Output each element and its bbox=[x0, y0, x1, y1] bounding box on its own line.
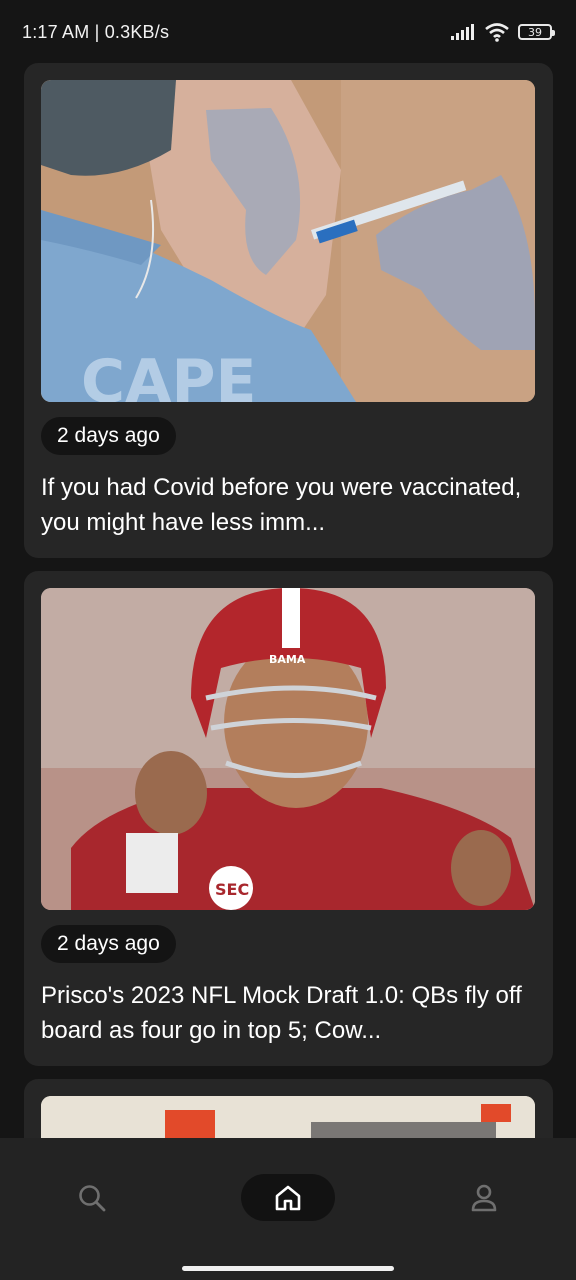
signal-icon bbox=[451, 24, 474, 40]
battery-level: 39 bbox=[528, 25, 542, 39]
time-ago-badge: 2 days ago bbox=[41, 925, 176, 963]
home-icon bbox=[275, 1185, 301, 1210]
profile-icon bbox=[471, 1184, 497, 1212]
football-illustration: BAMA SEC bbox=[41, 588, 535, 910]
vaccine-injection-photo: CAPE bbox=[41, 80, 535, 402]
nav-search-button[interactable] bbox=[70, 1176, 114, 1220]
vaccine-illustration: CAPE bbox=[41, 80, 535, 402]
status-time-speed: 1:17 AM | 0.3KB/s bbox=[22, 21, 170, 42]
alabama-quarterback-photo: BAMA SEC bbox=[41, 588, 535, 910]
article-card[interactable]: BAMA SEC 2 days ago Prisco's 2023 NFL Mo… bbox=[24, 571, 553, 1066]
search-icon bbox=[79, 1185, 106, 1212]
bottom-navigation bbox=[0, 1138, 576, 1280]
status-icons: 39 bbox=[450, 22, 555, 42]
time-ago-badge: 2 days ago bbox=[41, 417, 176, 455]
news-feed-screen: 1:17 AM | 0.3KB/s 39 CAPE 2 days ago If … bbox=[0, 0, 576, 1280]
wifi-icon bbox=[485, 23, 509, 42]
article-headline[interactable]: If you had Covid before you were vaccina… bbox=[41, 470, 536, 540]
svg-text:SEC: SEC bbox=[215, 880, 249, 899]
status-bar: 1:17 AM | 0.3KB/s 39 bbox=[0, 0, 576, 64]
svg-text:BAMA: BAMA bbox=[269, 653, 306, 666]
article-feed: CAPE 2 days ago If you had Covid before … bbox=[24, 63, 553, 1172]
nav-profile-button[interactable] bbox=[462, 1176, 506, 1220]
svg-text:CAPE: CAPE bbox=[81, 347, 256, 402]
home-indicator[interactable] bbox=[182, 1266, 394, 1271]
nav-home-button[interactable] bbox=[241, 1174, 335, 1221]
battery-icon: 39 bbox=[518, 24, 555, 40]
article-headline[interactable]: Prisco's 2023 NFL Mock Draft 1.0: QBs fl… bbox=[41, 978, 536, 1048]
article-card[interactable]: CAPE 2 days ago If you had Covid before … bbox=[24, 63, 553, 558]
